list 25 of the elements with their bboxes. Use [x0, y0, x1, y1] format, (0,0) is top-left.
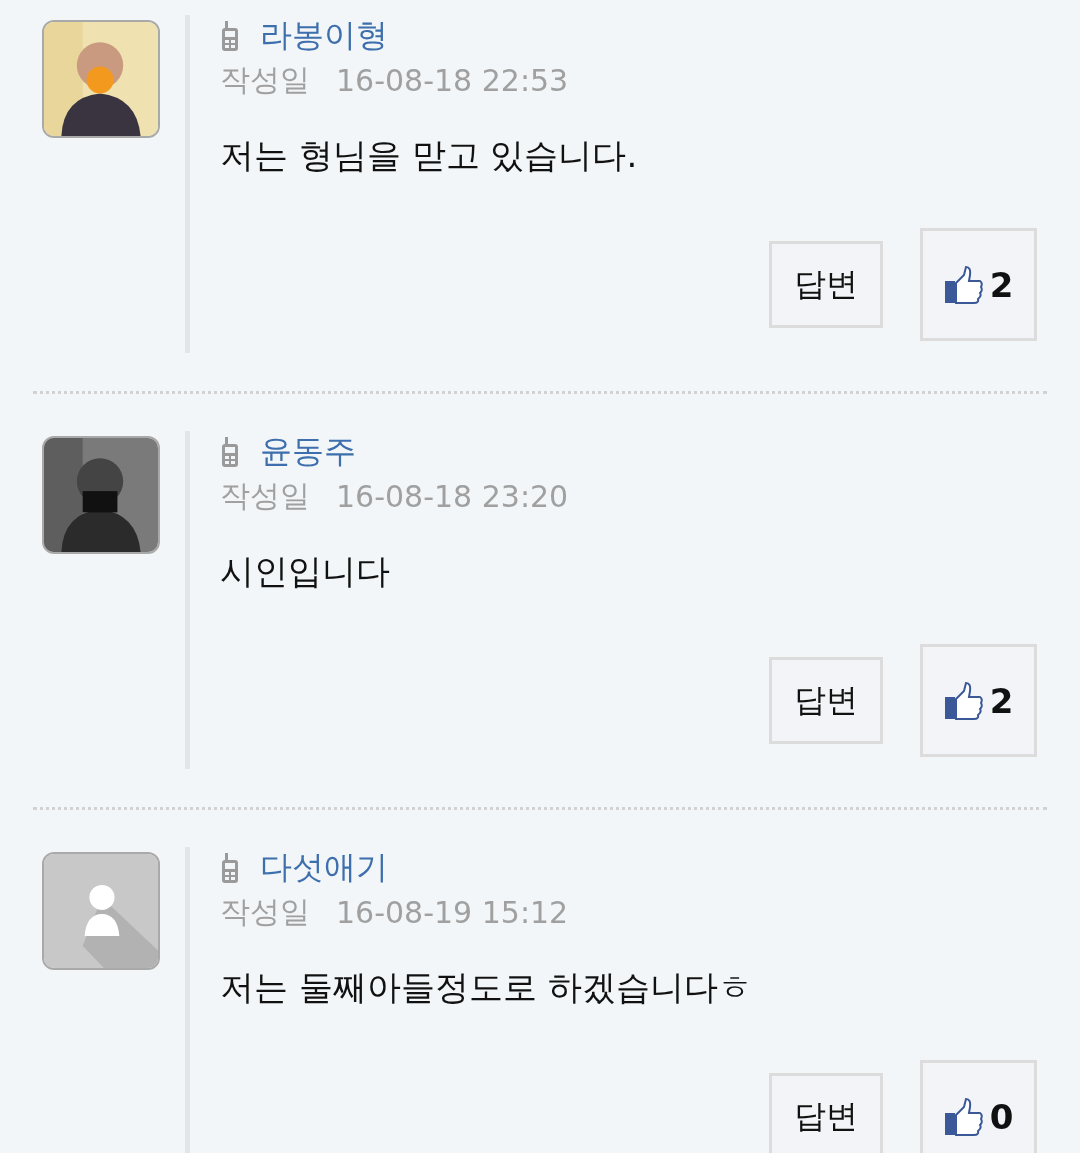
- phone-icon: [220, 20, 240, 52]
- comment-text: 저는 둘째아들정도로 하겠습니다ㅎ: [220, 966, 753, 1009]
- reply-button[interactable]: 답변: [769, 241, 883, 328]
- comment-date: 16-08-19 15:12: [336, 894, 569, 930]
- like-button[interactable]: 0: [920, 1060, 1037, 1153]
- thumbs-up-icon: [943, 264, 984, 305]
- comment-date: 16-08-18 23:20: [336, 478, 569, 514]
- like-button[interactable]: 2: [920, 228, 1037, 341]
- date-label: 작성일: [220, 892, 310, 931]
- author-name[interactable]: 라봉이형: [260, 14, 388, 58]
- reply-button[interactable]: 답변: [769, 1073, 883, 1153]
- author-name[interactable]: 윤동주: [260, 430, 356, 474]
- comment-text: 저는 형님을 맏고 있습니다.: [220, 134, 639, 177]
- date-label: 작성일: [220, 60, 310, 99]
- date-label: 작성일: [220, 476, 310, 515]
- default-avatar-icon: [42, 852, 160, 970]
- thumbs-up-icon: [943, 1096, 984, 1137]
- comment-date: 16-08-18 22:53: [336, 62, 569, 98]
- reply-button[interactable]: 답변: [769, 657, 883, 744]
- author-name[interactable]: 다섯애기: [260, 846, 388, 890]
- like-button[interactable]: 2: [920, 644, 1037, 757]
- comment-text: 시인입니다: [220, 550, 391, 593]
- thumbs-up-icon: [943, 680, 984, 721]
- phone-icon: [220, 436, 240, 468]
- phone-icon: [220, 852, 240, 884]
